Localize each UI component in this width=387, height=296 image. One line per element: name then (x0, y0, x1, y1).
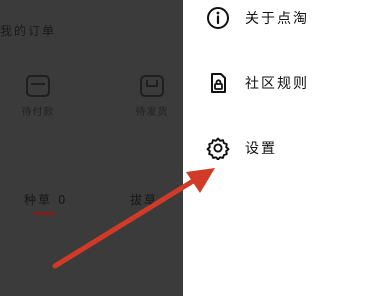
menu-item-settings[interactable]: 设置 (205, 134, 277, 162)
package-icon (140, 75, 164, 97)
menu-label-settings: 设置 (245, 141, 277, 157)
tab-active-indicator (33, 212, 55, 215)
menu-item-community-rules[interactable]: 社区规则 (205, 69, 309, 97)
pending-payment-label: 待付款 (21, 107, 55, 118)
side-drawer: 关于点淘 社区规则 设置 (183, 0, 387, 296)
lock-document-icon (205, 70, 231, 96)
tab-bacao: 拔草 (130, 193, 159, 207)
dimmed-overlay[interactable]: 我的订单 待付款 待发货 种草 0 拔草 (0, 0, 183, 296)
gear-icon (205, 135, 231, 161)
tab-zhongcao: 种草 0 (24, 193, 68, 207)
menu-item-about[interactable]: 关于点淘 (205, 4, 309, 32)
pending-shipment-entry: 待发货 (127, 75, 177, 118)
wallet-icon (26, 75, 50, 97)
pending-payment-entry: 待付款 (13, 75, 63, 118)
info-icon (205, 5, 231, 31)
menu-label-about: 关于点淘 (245, 11, 309, 27)
screen: 我的订单 待付款 待发货 种草 0 拔草 关于点淘 社区规则 设置 (0, 0, 387, 296)
my-orders-title: 我的订单 (0, 24, 57, 38)
menu-label-community-rules: 社区规则 (245, 76, 309, 92)
pending-shipment-label: 待发货 (135, 107, 169, 118)
